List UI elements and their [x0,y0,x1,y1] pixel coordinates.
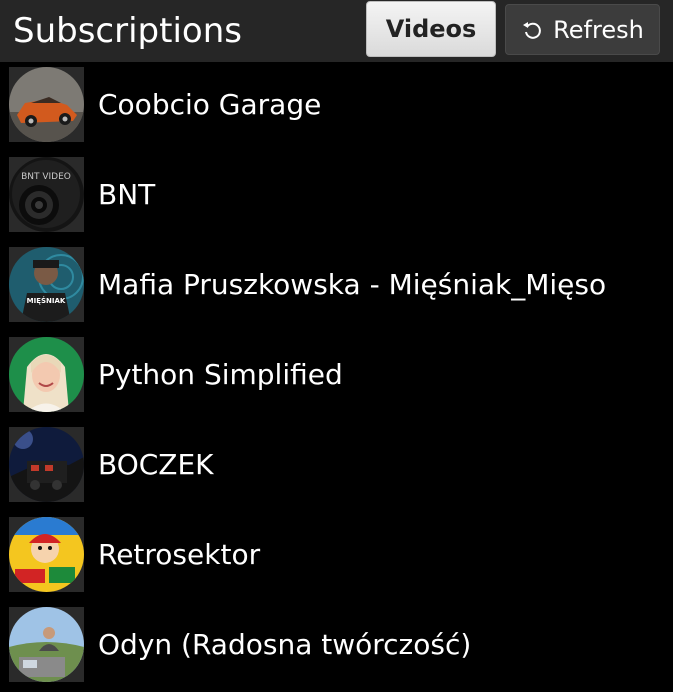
subscription-row[interactable]: Python Simplified [0,332,673,422]
subscription-row[interactable]: BNT VIDEO BNT [0,152,673,242]
refresh-icon [521,19,543,41]
avatar: MIĘŚNIAK [9,247,84,322]
subscription-row[interactable]: BOCZEK [0,422,673,512]
channel-name: BOCZEK [98,448,214,481]
avatar-frame: MIĘŚNIAK [9,247,84,322]
videos-button-label: Videos [385,15,477,43]
avatar-frame [9,337,84,412]
refresh-button-label: Refresh [553,15,644,44]
avatar: BNT VIDEO [9,157,84,232]
channel-name: Odyn (Radosna twórczość) [98,628,472,661]
subscription-row[interactable]: Retrosektor [0,512,673,602]
subscription-row[interactable]: MIĘŚNIAK Mafia Pruszkowska - Mięśniak_Mi… [0,242,673,332]
avatar-frame [9,517,84,592]
page-title: Subscriptions [13,11,242,51]
channel-name: Mafia Pruszkowska - Mięśniak_Mięso [98,268,607,301]
avatar [9,67,84,142]
channel-name: Retrosektor [98,538,261,571]
avatar-logo-text: MIĘŚNIAK [27,296,66,305]
avatar [9,517,84,592]
channel-name: Python Simplified [98,358,343,391]
channel-name: BNT [98,178,156,211]
avatar-frame [9,67,84,142]
channel-name: Coobcio Garage [98,88,322,121]
subscription-row[interactable]: Odyn (Radosna twórczość) [0,602,673,692]
avatar [9,427,84,502]
header-bar: Subscriptions Videos Refresh [0,0,673,62]
avatar [9,607,84,682]
subscription-row[interactable]: Coobcio Garage [0,62,673,152]
avatar-frame [9,427,84,502]
avatar [9,337,84,412]
videos-button[interactable]: Videos [366,1,496,57]
avatar-logo-text: BNT VIDEO [21,172,71,182]
subscription-list: Coobcio Garage BNT VIDEO BNT MIĘŚNIAK Ma… [0,62,673,692]
avatar-frame: BNT VIDEO [9,157,84,232]
avatar-frame [9,607,84,682]
refresh-button[interactable]: Refresh [505,4,660,55]
